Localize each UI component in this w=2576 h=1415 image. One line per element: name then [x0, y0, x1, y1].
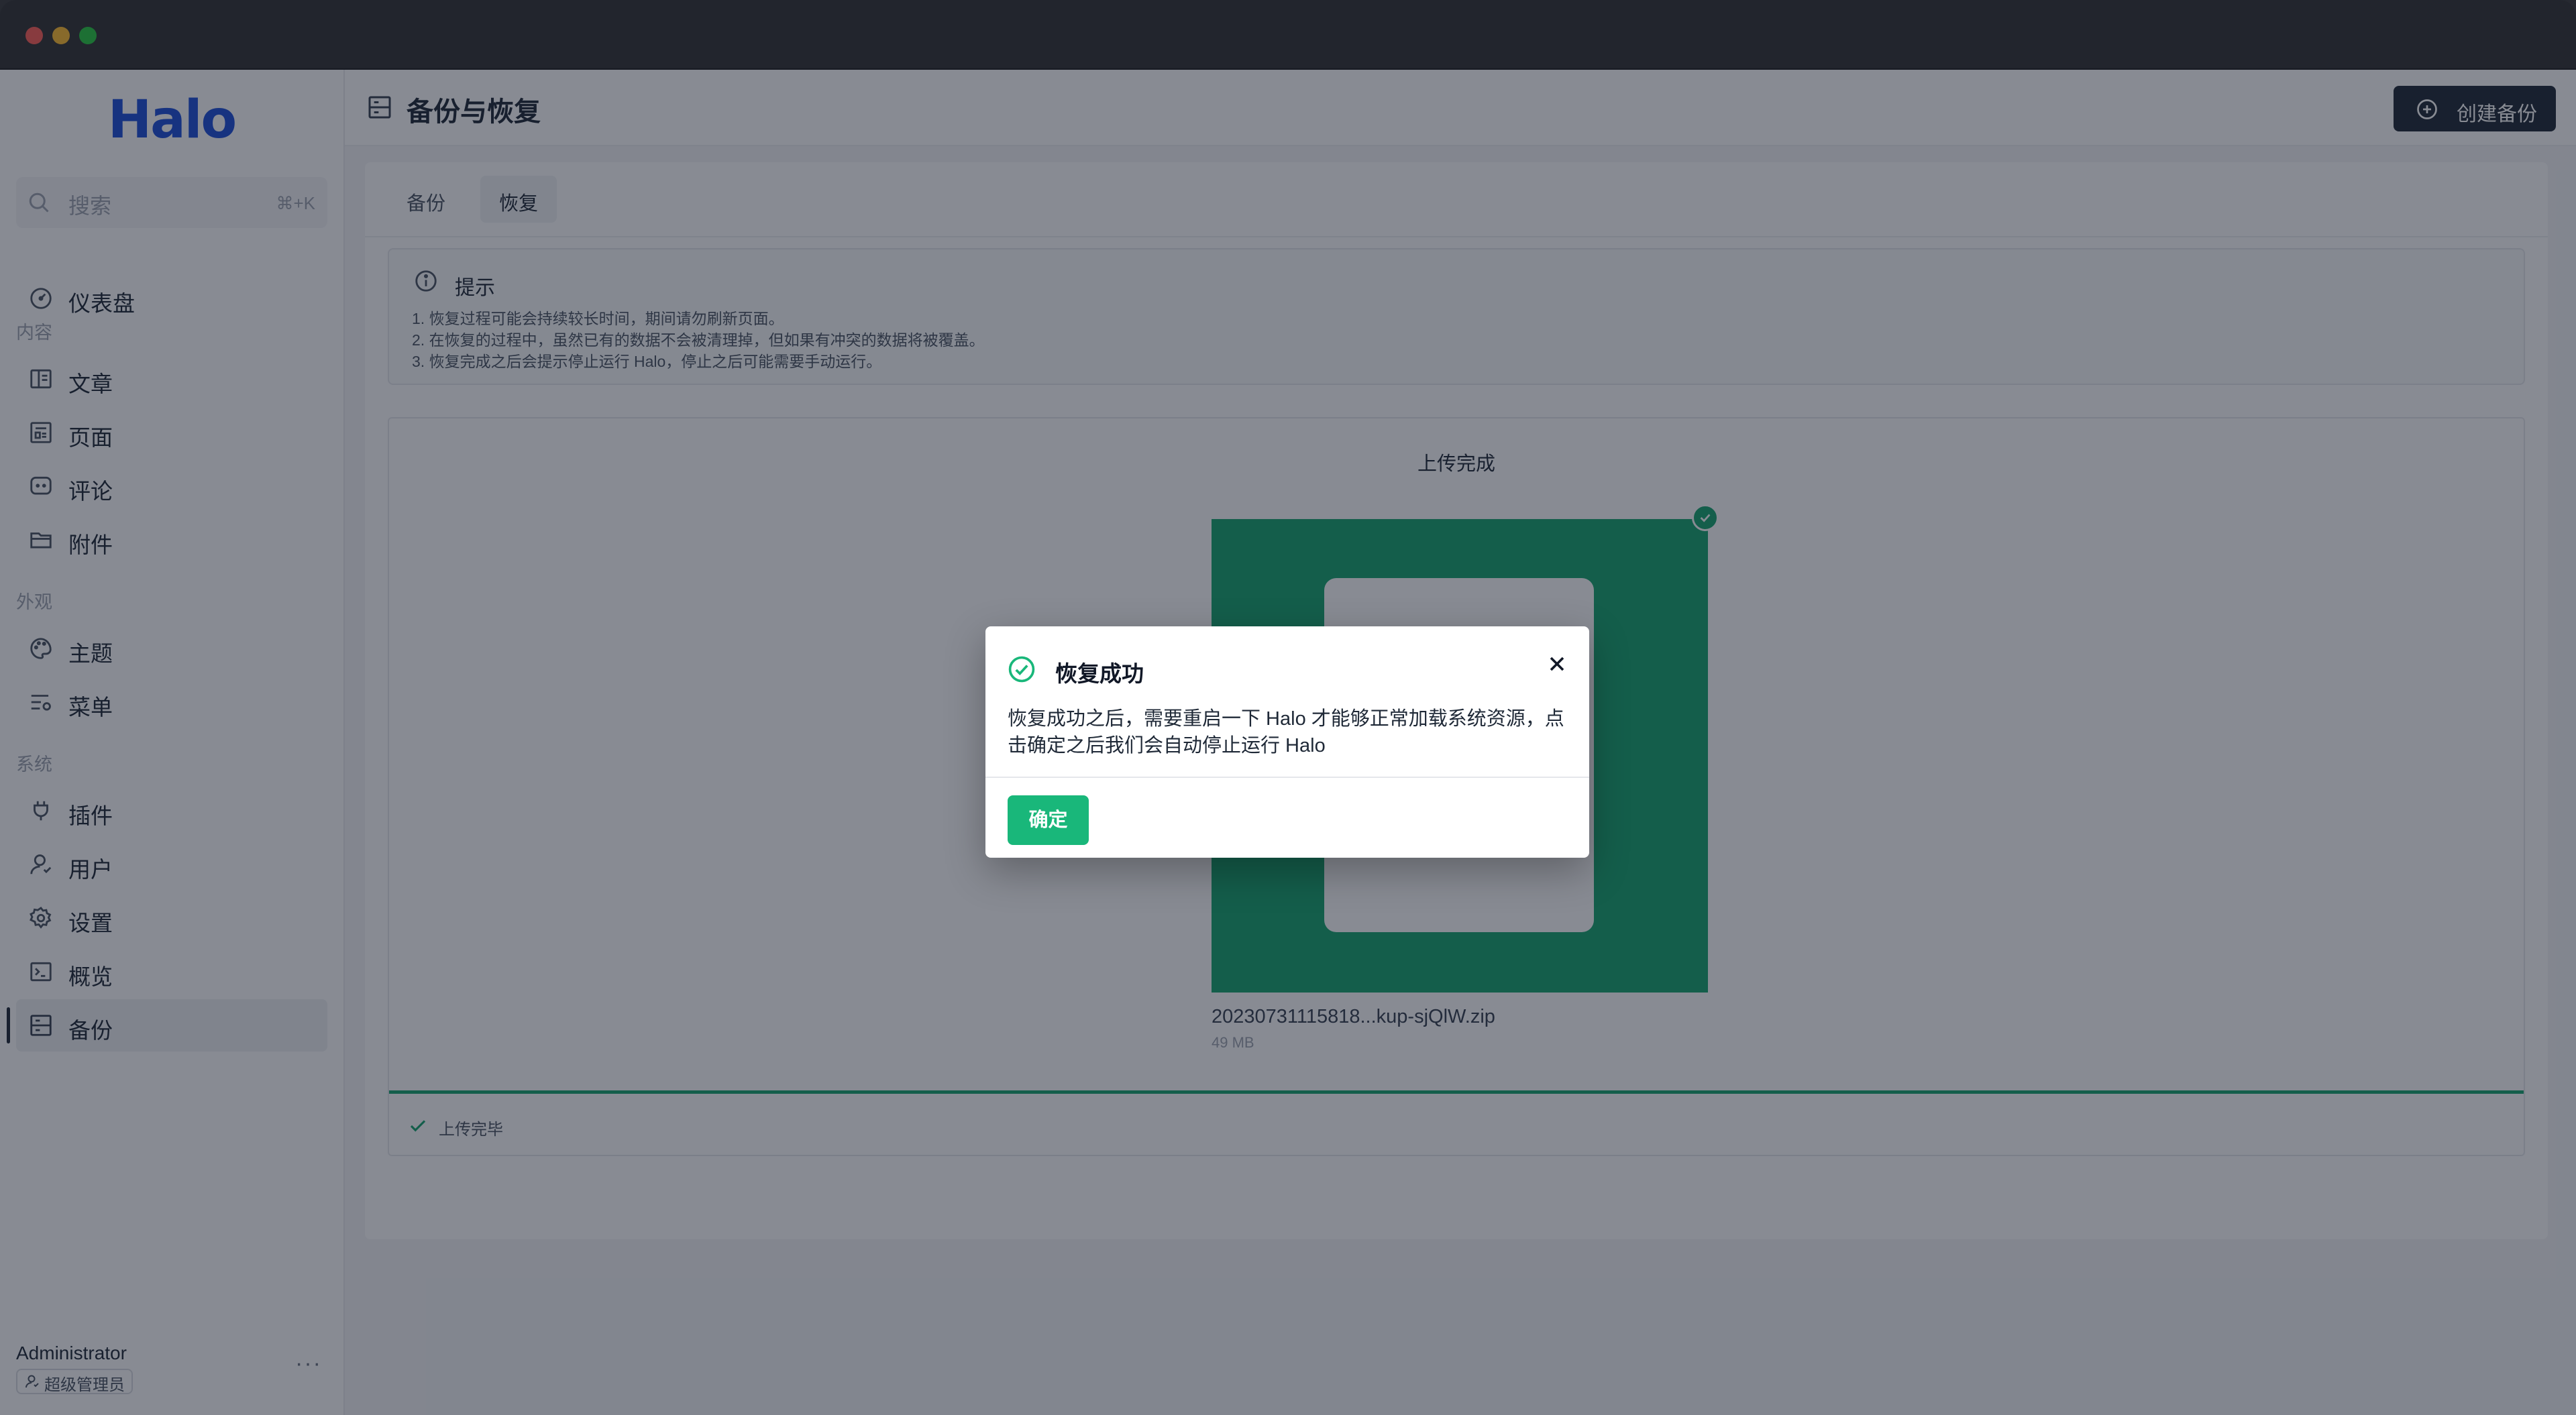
success-check-icon [1008, 656, 1035, 683]
dialog-body: 恢复成功之后，需要重启一下 Halo 才能够正常加载系统资源，点击确定之后我们会… [1008, 708, 1564, 756]
restore-success-dialog: 恢复成功 恢复成功之后，需要重启一下 Halo 才能够正常加载系统资源，点击确定… [985, 626, 1589, 858]
dialog-divider [985, 777, 1589, 778]
close-icon[interactable] [1545, 652, 1569, 676]
confirm-button[interactable]: 确定 [1008, 795, 1089, 845]
dialog-title: 恢复成功 [1055, 661, 1144, 686]
